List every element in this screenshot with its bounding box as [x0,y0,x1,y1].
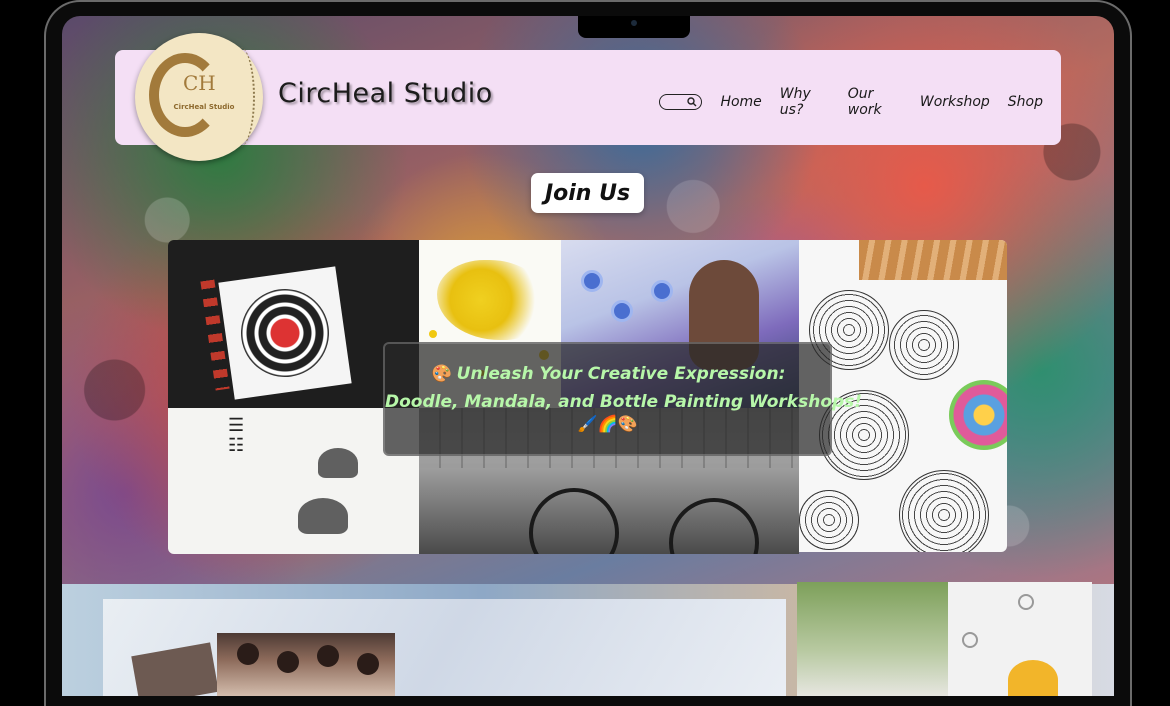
nav-workshop[interactable]: Workshop [920,94,990,110]
logo-monogram: CH [183,71,216,95]
mandala-notebook-image [168,240,419,408]
pencils [859,240,1007,280]
search-icon [687,97,697,107]
butterfly-icon [298,498,348,534]
sketchbook-sunflower-image [948,582,1092,696]
bicycle-wheel [669,498,759,554]
butterfly-calligraphy-image: ☰ ☷ [168,408,419,554]
nav-home[interactable]: Home [720,94,761,110]
nav-why-us[interactable]: Why us? [780,86,830,118]
camera-notch [578,16,690,38]
nav-our-work[interactable]: Our work [848,86,902,118]
logo-ring-icon [149,53,221,137]
site-logo[interactable]: CH CircHeal Studio [135,33,263,161]
bicycle-wheel [529,488,619,554]
tagline-emoji: 🖌️🌈🎨 [577,414,638,433]
screen: CircHeal Studio Home Why us? Our work Wo… [62,16,1114,696]
workshop-photo [217,633,395,696]
join-us-button[interactable]: Join Us [531,173,644,213]
main-nav: Home Why us? Our work Workshop Shop [659,86,1061,118]
hero-tagline-box: 🎨 Unleash Your Creative Expression: Dood… [383,342,863,456]
search-input[interactable] [659,94,703,110]
camera-icon [631,20,637,26]
sketchbook-plant-image [797,582,948,696]
brand-name[interactable]: CircHeal Studio [278,78,493,109]
laurel-icon [225,47,255,147]
mandala-art [235,283,335,383]
nav-shop[interactable]: Shop [1008,94,1043,110]
sunflower-icon [1008,660,1058,696]
butterfly-icon [318,448,358,478]
tagline-line-1: 🎨 Unleash Your Creative Expression: [429,364,786,384]
tagline-line-2: Doodle, Mandala, and Bottle Painting Wor… [385,392,863,412]
